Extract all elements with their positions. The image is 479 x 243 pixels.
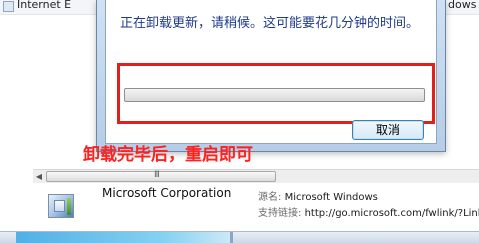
- source-row: 源名: Microsoft Windows: [258, 188, 378, 203]
- update-package-icon: [48, 194, 74, 218]
- publisher-name: Microsoft Corporation: [102, 186, 232, 200]
- support-link-value[interactable]: http://go.microsoft.com/fwlink/?Link: [305, 208, 479, 219]
- update-item-label: Internet E: [17, 0, 72, 11]
- scroll-left-arrow-icon[interactable]: ◀: [33, 170, 45, 183]
- details-pane: Microsoft Corporation 源名: Microsoft Wind…: [0, 184, 479, 230]
- uninstall-message: 正在卸载更新，请稍候。这可能要花几分钟的时间。: [120, 16, 420, 31]
- support-link-label: 支持链接:: [258, 208, 302, 219]
- horizontal-scrollbar[interactable]: ◀ III: [33, 169, 479, 183]
- taskbar-active-item[interactable]: [16, 232, 230, 243]
- package-bar-icon: [67, 198, 71, 215]
- cancel-button[interactable]: 取消: [352, 120, 424, 140]
- scrollbar-grip: III: [154, 170, 160, 180]
- support-link-row: 支持链接: http://go.microsoft.com/fwlink/?Li…: [258, 204, 479, 219]
- source-value: Microsoft Windows: [284, 192, 378, 203]
- package-box-icon: [54, 200, 65, 212]
- taskbar-divider: [230, 232, 233, 243]
- scrollbar-thumb[interactable]: III: [46, 170, 276, 182]
- highlight-box: [117, 63, 435, 124]
- taskbar-strip: [0, 231, 479, 243]
- internet-explorer-icon: [3, 1, 14, 12]
- source-label: 源名:: [258, 192, 282, 203]
- update-item-source-fragment: dows: [448, 0, 477, 11]
- instruction-annotation: 卸载完毕后，重启即可: [83, 145, 253, 165]
